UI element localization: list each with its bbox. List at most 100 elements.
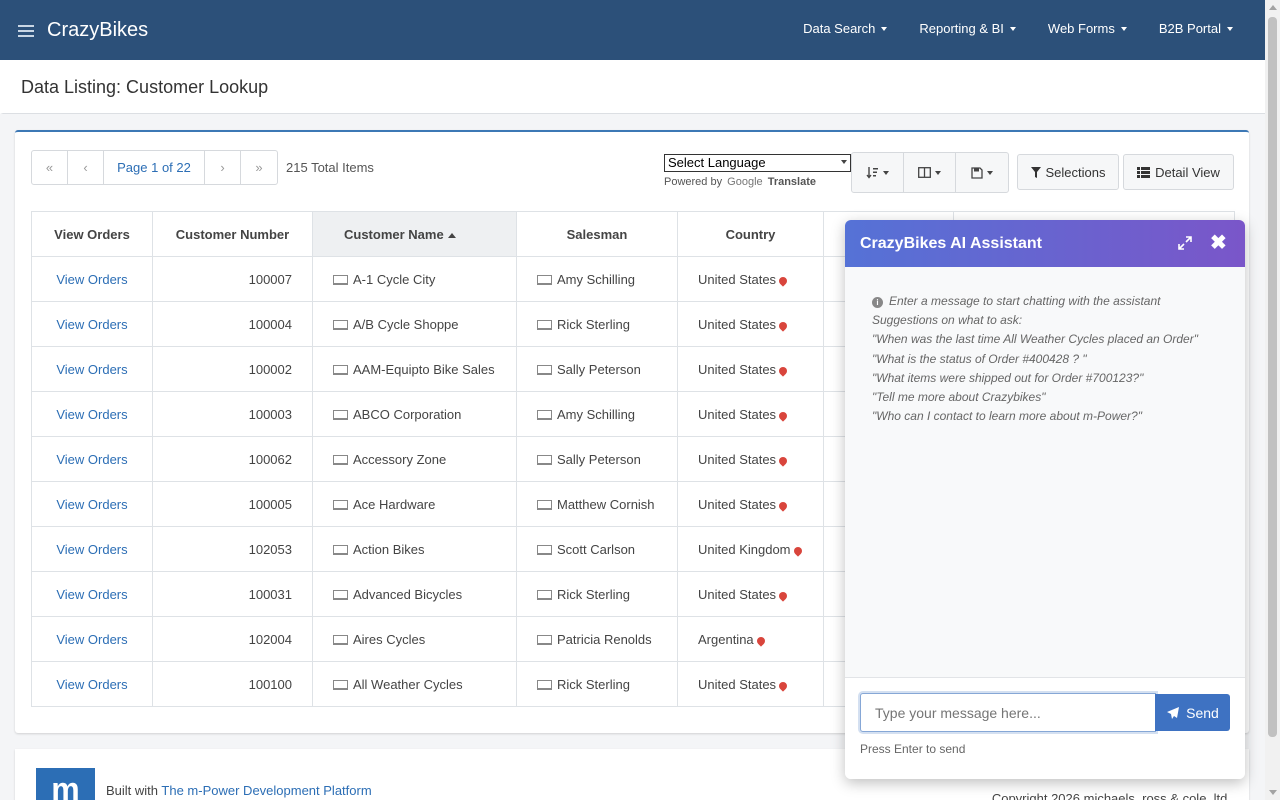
page-indicator[interactable]: Page 1 of 22 xyxy=(104,151,205,184)
page-scrollbar[interactable] xyxy=(1265,0,1280,800)
window-icon[interactable] xyxy=(333,409,348,420)
map-pin-icon[interactable] xyxy=(791,544,804,557)
hamburger-menu-icon[interactable] xyxy=(18,25,34,37)
view-orders-link[interactable]: View Orders xyxy=(56,407,127,422)
window-icon[interactable] xyxy=(537,499,552,510)
view-orders-link[interactable]: View Orders xyxy=(56,317,127,332)
menu-reporting-bi[interactable]: Reporting & BI xyxy=(919,21,1016,36)
view-orders-cell: View Orders xyxy=(31,661,153,707)
country-cell: Argentina xyxy=(677,616,824,662)
window-icon[interactable] xyxy=(537,454,552,465)
send-button[interactable]: Send xyxy=(1155,694,1230,731)
platform-link[interactable]: The m-Power Development Platform xyxy=(161,783,371,798)
prev-page-button[interactable]: ‹ xyxy=(68,151,104,184)
col-customer-name[interactable]: Customer Name xyxy=(312,211,517,257)
window-icon[interactable] xyxy=(537,364,552,375)
scroll-down-icon[interactable] xyxy=(1269,790,1277,795)
columns-button[interactable] xyxy=(904,153,956,192)
chat-title: CrazyBikes AI Assistant xyxy=(860,235,1042,252)
window-icon[interactable] xyxy=(537,544,552,555)
window-icon[interactable] xyxy=(537,319,552,330)
window-icon[interactable] xyxy=(537,679,552,690)
view-orders-cell: View Orders xyxy=(31,391,153,437)
view-orders-link[interactable]: View Orders xyxy=(56,632,127,647)
translate-link[interactable]: Translate xyxy=(768,176,816,188)
view-orders-link[interactable]: View Orders xyxy=(56,272,127,287)
window-icon[interactable] xyxy=(333,589,348,600)
map-pin-icon[interactable] xyxy=(777,409,789,422)
customer-number-cell: 100062 xyxy=(152,436,313,482)
map-pin-icon[interactable] xyxy=(777,319,789,332)
window-icon[interactable] xyxy=(333,274,348,285)
menu-data-search[interactable]: Data Search xyxy=(803,21,888,36)
suggestion-item[interactable]: "When was the last time All Weather Cycl… xyxy=(872,330,1198,349)
built-with: Built with The m-Power Development Platf… xyxy=(106,783,372,798)
send-label: Send xyxy=(1186,704,1219,721)
window-icon[interactable] xyxy=(333,634,348,645)
chat-message-input[interactable] xyxy=(860,693,1156,732)
window-icon[interactable] xyxy=(537,634,552,645)
map-pin-icon[interactable] xyxy=(777,679,789,692)
view-orders-link[interactable]: View Orders xyxy=(56,677,127,692)
view-orders-link[interactable]: View Orders xyxy=(56,362,127,377)
customer-number-cell: 100002 xyxy=(152,346,313,392)
menu-web-forms[interactable]: Web Forms xyxy=(1048,21,1127,36)
window-icon[interactable] xyxy=(333,454,348,465)
col-country[interactable]: Country xyxy=(677,211,824,257)
col-salesman[interactable]: Salesman xyxy=(516,211,678,257)
close-icon[interactable]: ✖ xyxy=(1210,233,1227,253)
expand-icon[interactable] xyxy=(1178,236,1192,250)
language-select[interactable]: Select Language xyxy=(664,154,851,172)
google-logo: Google xyxy=(727,176,763,188)
suggestion-item[interactable]: "Tell me more about Crazybikes" xyxy=(872,388,1198,407)
salesman-name: Amy Schilling xyxy=(557,406,636,422)
map-pin-icon[interactable] xyxy=(777,589,789,602)
map-pin-icon[interactable] xyxy=(777,364,789,377)
language-select-value: Select Language xyxy=(668,155,766,170)
selections-button[interactable]: Selections xyxy=(1017,154,1119,190)
m-power-logo[interactable]: m xyxy=(36,768,95,800)
window-icon[interactable] xyxy=(333,499,348,510)
window-icon[interactable] xyxy=(333,319,348,330)
menu-label: Data Search xyxy=(803,21,876,36)
suggestion-item[interactable]: "What items were shipped out for Order #… xyxy=(872,369,1198,388)
scroll-thumb[interactable] xyxy=(1268,17,1277,737)
scroll-up-icon[interactable] xyxy=(1269,5,1277,10)
customer-name: A/B Cycle Shoppe xyxy=(353,316,459,332)
salesman-cell: Sally Peterson xyxy=(516,436,678,482)
window-icon[interactable] xyxy=(333,679,348,690)
suggestion-item[interactable]: "What is the status of Order #400428 ? " xyxy=(872,350,1198,369)
col-customer-number[interactable]: Customer Number xyxy=(152,211,313,257)
customer-name: Advanced Bicycles xyxy=(353,586,463,602)
filter-icon xyxy=(1030,166,1041,178)
window-icon[interactable] xyxy=(537,274,552,285)
window-icon[interactable] xyxy=(537,589,552,600)
export-button[interactable] xyxy=(956,153,1008,192)
menu-b2b-portal[interactable]: B2B Portal xyxy=(1159,21,1233,36)
view-orders-link[interactable]: View Orders xyxy=(56,587,127,602)
brand-logo[interactable]: CrazyBikes xyxy=(47,19,148,42)
window-icon[interactable] xyxy=(333,544,348,555)
country-cell: United States xyxy=(677,301,824,347)
window-icon[interactable] xyxy=(333,364,348,375)
view-orders-link[interactable]: View Orders xyxy=(56,452,127,467)
paper-plane-icon xyxy=(1167,706,1180,719)
suggestion-item[interactable]: "Who can I contact to learn more about m… xyxy=(872,407,1198,426)
map-pin-icon[interactable] xyxy=(754,634,767,647)
detail-view-button[interactable]: Detail View xyxy=(1123,154,1234,190)
customer-name-cell: A/B Cycle Shoppe xyxy=(312,301,517,347)
map-pin-icon[interactable] xyxy=(777,274,789,287)
last-page-button[interactable]: » xyxy=(241,151,277,184)
next-page-button[interactable]: › xyxy=(205,151,241,184)
sort-button[interactable] xyxy=(852,153,904,192)
view-orders-link[interactable]: View Orders xyxy=(56,497,127,512)
window-icon[interactable] xyxy=(537,409,552,420)
salesman-name: Rick Sterling xyxy=(557,316,630,332)
view-orders-link[interactable]: View Orders xyxy=(56,542,127,557)
map-pin-icon[interactable] xyxy=(777,454,789,467)
salesman-cell: Rick Sterling xyxy=(516,661,678,707)
map-pin-icon[interactable] xyxy=(777,499,789,512)
first-page-button[interactable]: « xyxy=(32,151,68,184)
chevron-down-icon xyxy=(935,170,941,175)
salesman-name: Matthew Cornish xyxy=(557,496,655,512)
